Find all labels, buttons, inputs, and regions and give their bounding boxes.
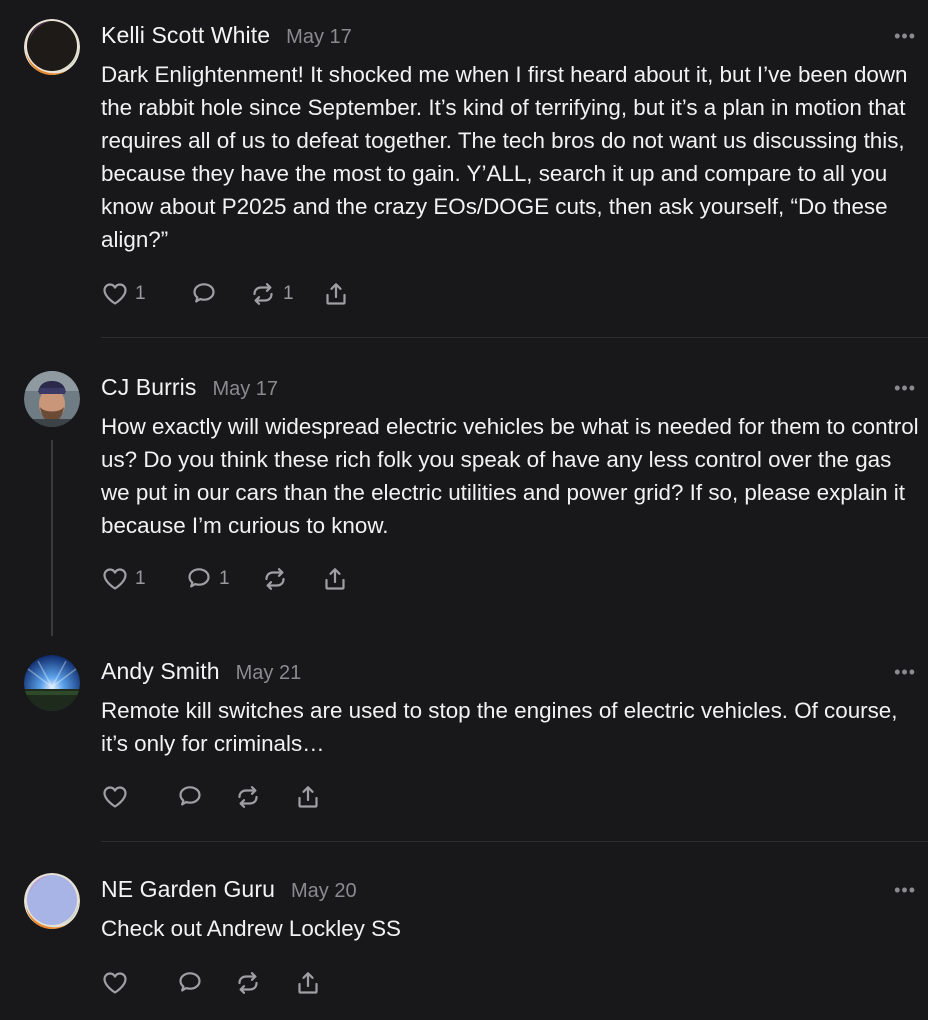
author-name[interactable]: NE Garden Guru xyxy=(101,876,275,903)
comment-text: Dark Enlightenment! It shocked me when I… xyxy=(101,62,908,252)
share-button[interactable] xyxy=(294,783,322,811)
comment-bubble-icon xyxy=(176,969,204,997)
comment-date[interactable]: May 21 xyxy=(236,662,302,685)
like-button[interactable]: 1 xyxy=(101,565,146,593)
comment-bubble-icon xyxy=(190,280,218,308)
avatar[interactable] xyxy=(24,655,80,711)
share-icon xyxy=(294,969,322,997)
avatar[interactable] xyxy=(24,19,80,75)
comment-bubble-icon xyxy=(185,565,213,593)
restack-button[interactable] xyxy=(234,969,262,997)
share-icon xyxy=(294,783,322,811)
comment-date[interactable]: May 20 xyxy=(291,880,357,903)
more-options-icon[interactable]: ••• xyxy=(894,379,916,397)
like-button[interactable]: 1 xyxy=(101,280,146,308)
share-button[interactable] xyxy=(321,565,349,593)
like-button[interactable] xyxy=(101,969,129,997)
comment-text: How exactly will widespread electric veh… xyxy=(101,414,919,538)
reply-button[interactable] xyxy=(190,280,224,308)
heart-icon xyxy=(101,783,129,811)
author-name[interactable]: Andy Smith xyxy=(101,658,220,685)
like-count: 1 xyxy=(135,283,146,304)
restack-button[interactable] xyxy=(234,783,262,811)
restack-button[interactable]: 1 xyxy=(249,280,294,308)
author-name[interactable]: CJ Burris xyxy=(101,374,196,401)
more-options-icon[interactable]: ••• xyxy=(894,27,916,45)
share-button[interactable] xyxy=(322,280,350,308)
comment-item: Andy Smith May 21 ••• Remote kill switch… xyxy=(0,638,928,842)
restack-count: 1 xyxy=(283,283,294,304)
like-count: 1 xyxy=(135,568,146,589)
more-options-icon[interactable]: ••• xyxy=(894,881,916,899)
comment-item: NE Garden Guru May 20 ••• Check out Andr… xyxy=(0,842,928,1020)
like-button[interactable] xyxy=(101,783,129,811)
comment-item: CJ Burris May 17 ••• How exactly will wi… xyxy=(0,338,928,638)
avatar[interactable] xyxy=(24,371,80,427)
more-options-icon[interactable]: ••• xyxy=(894,663,916,681)
reply-button[interactable] xyxy=(176,969,204,997)
restack-icon xyxy=(249,280,277,308)
reply-button[interactable] xyxy=(176,783,204,811)
reply-button[interactable]: 1 xyxy=(185,565,230,593)
comment-item: Kelli Scott White May 17 ••• Dark Enligh… xyxy=(0,0,928,338)
comment-bubble-icon xyxy=(176,783,204,811)
restack-icon xyxy=(261,565,289,593)
comment-text: Remote kill switches are used to stop th… xyxy=(101,698,898,756)
avatar[interactable] xyxy=(24,873,80,929)
restack-icon xyxy=(234,783,262,811)
heart-icon xyxy=(101,565,129,593)
share-icon xyxy=(321,565,349,593)
share-button[interactable] xyxy=(294,969,322,997)
restack-button[interactable] xyxy=(261,565,295,593)
share-icon xyxy=(322,280,350,308)
comment-date[interactable]: May 17 xyxy=(286,26,352,49)
comment-date[interactable]: May 17 xyxy=(212,378,278,401)
reply-count: 1 xyxy=(219,568,230,589)
author-name[interactable]: Kelli Scott White xyxy=(101,22,270,49)
heart-icon xyxy=(101,280,129,308)
comment-text: Check out Andrew Lockley SS xyxy=(101,916,401,941)
heart-icon xyxy=(101,969,129,997)
restack-icon xyxy=(234,969,262,997)
